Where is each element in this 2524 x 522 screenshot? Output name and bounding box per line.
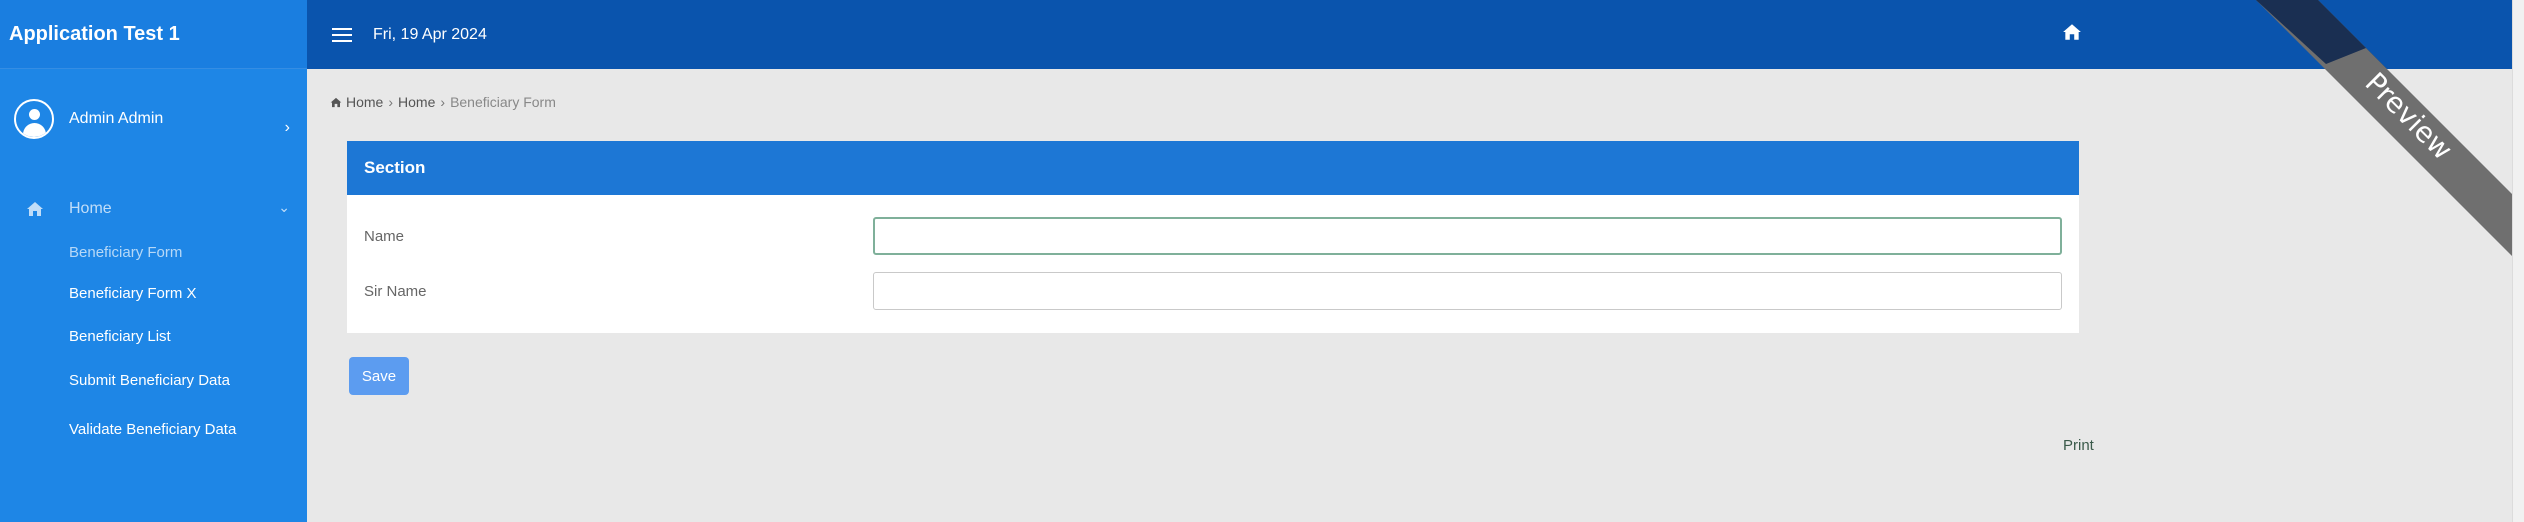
sidebar-item-beneficiary-list[interactable]: Beneficiary List [0,328,307,345]
form-section: Section Name Sir Name [347,141,2079,333]
home-icon [330,97,342,107]
section-title: Section [347,141,2079,195]
chevron-right-icon: › [388,94,394,110]
save-button[interactable]: Save [349,357,409,395]
chevron-right-icon: › [440,94,446,110]
sidebar-item-submit-beneficiary-data[interactable]: Submit Beneficiary Data [0,372,307,389]
sidebar-item-label: Home [69,200,112,217]
home-icon[interactable] [2062,22,2082,42]
name-input[interactable] [873,217,2062,255]
menu-toggle-icon[interactable] [332,27,352,42]
sidebar-menu: Home ⌄ Beneficiary Form Beneficiary Form… [0,189,307,438]
user-name: Admin Admin [69,110,164,127]
sir-name-label: Sir Name [364,283,427,300]
sidebar: Application Test 1 Admin Admin › Home ⌄ … [0,0,307,522]
chevron-right-icon[interactable]: › [285,119,290,137]
scrollbar[interactable] [2512,0,2524,522]
home-icon [27,202,43,216]
app-title: Application Test 1 [0,0,307,69]
chevron-down-icon: ⌄ [278,199,290,215]
preview-ribbon: Preview [2256,0,2512,256]
sidebar-item-home[interactable]: Home ⌄ [0,189,307,229]
form-row-sir-name: Sir Name [347,272,2079,312]
sir-name-input[interactable] [873,272,2062,310]
sidebar-item-beneficiary-form-x[interactable]: Beneficiary Form X [0,285,307,302]
name-label: Name [364,228,405,245]
user-panel[interactable]: Admin Admin › [0,69,307,169]
sidebar-item-beneficiary-form[interactable]: Beneficiary Form [0,244,307,261]
sidebar-item-validate-beneficiary-data[interactable]: Validate Beneficiary Data [0,421,307,438]
top-bar: Fri, 19 Apr 2024 [307,0,2512,69]
form-row-name: Name [347,217,2079,257]
breadcrumb: Home › Home › Beneficiary Form [330,94,556,110]
current-date: Fri, 19 Apr 2024 [373,25,487,43]
breadcrumb-current: Beneficiary Form [450,94,556,110]
breadcrumb-home-link[interactable]: Home [346,94,383,110]
print-link[interactable]: Print [2063,437,2094,454]
breadcrumb-home-link[interactable]: Home [398,94,435,110]
avatar-icon [14,99,54,139]
